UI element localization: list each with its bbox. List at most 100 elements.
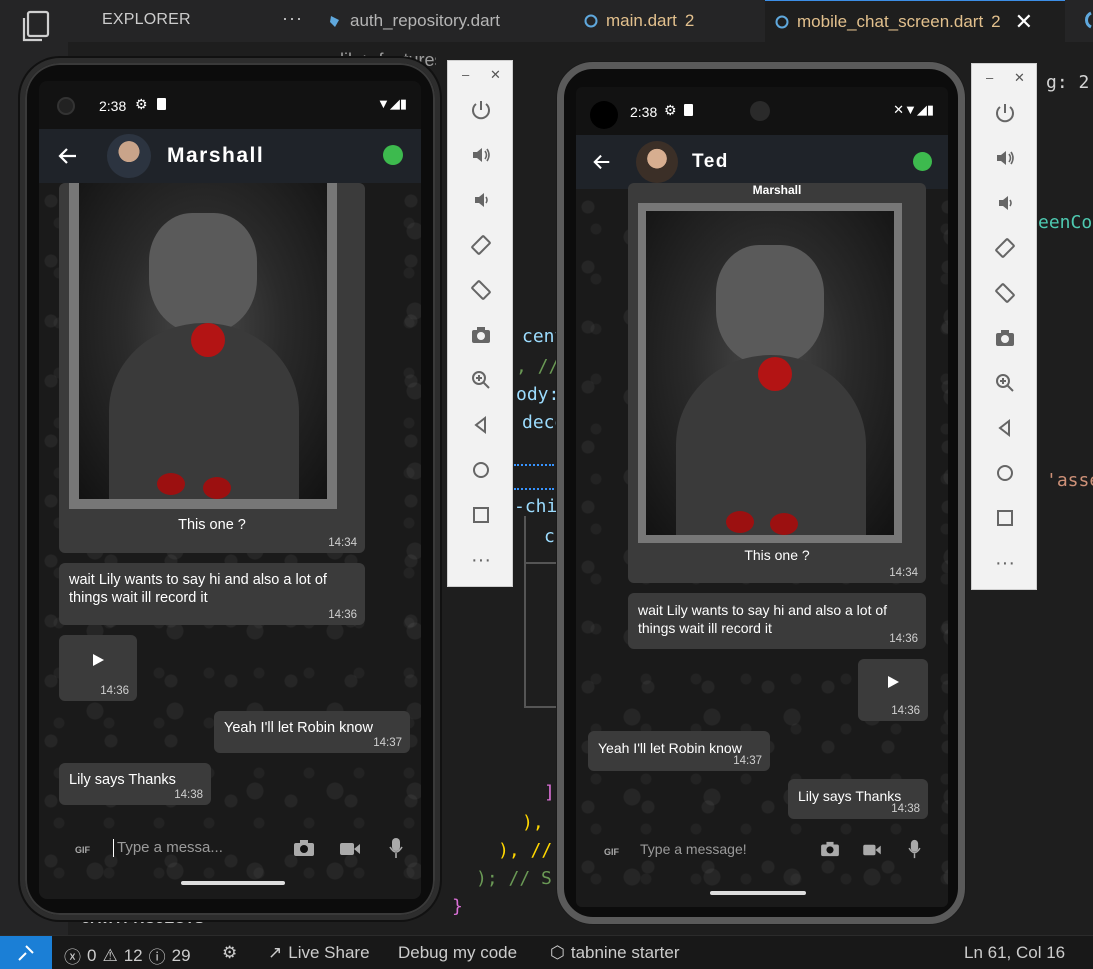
vscode-window: EXPLORER ··· auth_repository.dart main.d… (0, 0, 1093, 969)
audio-message[interactable]: 14:36 (59, 635, 137, 701)
message-time: 14:36 (891, 705, 920, 717)
message-bubble[interactable]: Lily says Thanks 14:38 (59, 763, 211, 805)
message-input[interactable]: Type a message! (640, 841, 747, 857)
tab-auth-repository[interactable]: auth_repository.dart (318, 0, 564, 42)
message-bubble[interactable]: Lily says Thanks 14:38 (788, 779, 928, 819)
volume-down-button[interactable] (972, 188, 1038, 218)
tab-main[interactable]: main.dart 2 (574, 0, 750, 42)
minimize-icon[interactable]: – (462, 67, 469, 82)
dart-icon (1085, 11, 1092, 29)
contact-name[interactable]: Ted (692, 151, 729, 173)
message-text: Lily says Thanks (69, 772, 176, 788)
home-button[interactable] (972, 458, 1038, 488)
tabnine-button[interactable]: ⬡ tabnine starter (550, 943, 680, 963)
overview-button[interactable] (972, 503, 1038, 533)
error-squiggle (514, 484, 554, 490)
volume-up-button[interactable] (448, 140, 514, 170)
more-icon[interactable]: ··· (448, 545, 514, 575)
more-icon[interactable]: ··· (972, 548, 1038, 578)
tab-label: main.dart (606, 11, 677, 30)
gif-icon[interactable]: GIF (604, 847, 619, 857)
volume-up-button[interactable] (972, 143, 1038, 173)
zoom-icon (996, 374, 1014, 392)
volume-down-icon (475, 193, 488, 207)
back-button[interactable] (972, 413, 1038, 443)
warning-count: 12 (123, 945, 143, 965)
chat-app-bar: Ted (576, 135, 948, 189)
audio-message[interactable]: 14:36 (858, 659, 928, 721)
screenshot-button[interactable] (448, 320, 514, 350)
rotate-right-button[interactable] (448, 275, 514, 305)
avatar[interactable] (636, 141, 678, 183)
zoom-button[interactable] (448, 365, 514, 395)
avatar[interactable] (107, 134, 151, 178)
tab-mobile-chat-screen[interactable]: mobile_chat_screen.dart 2 ✕ (765, 0, 1065, 42)
cursor-position[interactable]: Ln 61, Col 16 (964, 943, 1065, 963)
message-input[interactable]: Type a messa... (117, 839, 223, 856)
debug-my-code-button[interactable]: Debug my code (398, 943, 517, 963)
phone-screen: 2:38 ⚙ ✕▼◢▮ Ted Marshall This one ? 14:3… (576, 87, 948, 907)
camera-cutout (590, 101, 618, 129)
power-button[interactable] (448, 95, 514, 125)
home-button[interactable] (448, 455, 514, 485)
close-icon[interactable]: ✕ (490, 67, 501, 83)
video-icon[interactable] (862, 843, 882, 857)
live-share-label: Live Share (288, 943, 370, 962)
message-bubble[interactable]: Yeah I'll let Robin know 14:37 (214, 711, 410, 753)
debug-icon[interactable]: ⚙ (222, 943, 237, 963)
video-icon[interactable] (339, 841, 361, 857)
rotate-left-button[interactable] (448, 230, 514, 260)
close-icon[interactable]: ✕ (1015, 9, 1033, 35)
close-icon[interactable]: ✕ (1014, 70, 1025, 86)
dart-icon (775, 15, 789, 28)
overview-icon (997, 510, 1013, 526)
overview-button[interactable] (448, 500, 514, 530)
volume-down-button[interactable] (448, 185, 514, 215)
message-bubble[interactable]: wait Lily wants to say hi and also a lot… (59, 563, 365, 625)
rotate-left-icon (471, 235, 491, 255)
problems-indicator[interactable]: ⓧ 0 ⚠ 12 ⓘ 29 (64, 943, 191, 968)
front-camera (750, 101, 770, 121)
message-bubble[interactable]: Yeah I'll let Robin know 14:37 (588, 731, 770, 771)
play-icon[interactable] (91, 653, 105, 667)
files-icon[interactable] (16, 8, 54, 46)
message-time: 14:36 (889, 633, 918, 645)
rotate-left-button[interactable] (972, 233, 1038, 263)
mic-icon[interactable] (908, 839, 921, 859)
message-time: 14:36 (328, 609, 357, 621)
cursor-label: Ln 61, Col 16 (964, 943, 1066, 962)
home-icon (997, 465, 1013, 481)
rotate-right-button[interactable] (972, 278, 1038, 308)
back-arrow-icon[interactable] (57, 145, 79, 167)
image-message[interactable]: Marshall This one ? 14:34 (628, 183, 926, 583)
message-text: Yeah I'll let Robin know (224, 720, 373, 736)
remote-button[interactable] (0, 936, 52, 969)
camera-icon[interactable] (820, 841, 840, 857)
back-arrow-icon[interactable] (592, 152, 612, 172)
minimize-icon[interactable]: – (986, 70, 993, 85)
home-indicator[interactable] (710, 891, 806, 895)
gif-icon[interactable]: GIF (75, 845, 90, 855)
tab-badge: 2 (991, 11, 1001, 31)
message-bubble[interactable]: wait Lily wants to say hi and also a lot… (628, 593, 926, 649)
code-fragment: eenCo (1038, 212, 1093, 233)
signal-battery-icon: ▼◢▮ (376, 96, 407, 111)
indent-guide (524, 562, 556, 564)
chat-area[interactable]: This one ? 14:34 wait Lily wants to say … (39, 183, 421, 899)
screenshot-button[interactable] (972, 323, 1038, 353)
home-indicator[interactable] (181, 881, 285, 885)
contact-name[interactable]: Marshall (167, 144, 264, 168)
chat-app-bar: Marshall (39, 129, 421, 183)
more-actions-icon[interactable]: ··· (282, 8, 303, 29)
message-time: 14:34 (889, 567, 918, 579)
power-button[interactable] (972, 98, 1038, 128)
image-message[interactable]: This one ? 14:34 (59, 183, 365, 553)
play-icon[interactable] (886, 675, 900, 689)
back-button[interactable] (448, 410, 514, 440)
online-indicator (913, 152, 932, 171)
camera-icon[interactable] (293, 839, 315, 857)
live-share-button[interactable]: ↗ Live Share (268, 943, 370, 963)
chat-area[interactable]: Marshall This one ? 14:34 wait Lily want… (576, 183, 948, 907)
zoom-button[interactable] (972, 368, 1038, 398)
mic-icon[interactable] (389, 837, 403, 859)
